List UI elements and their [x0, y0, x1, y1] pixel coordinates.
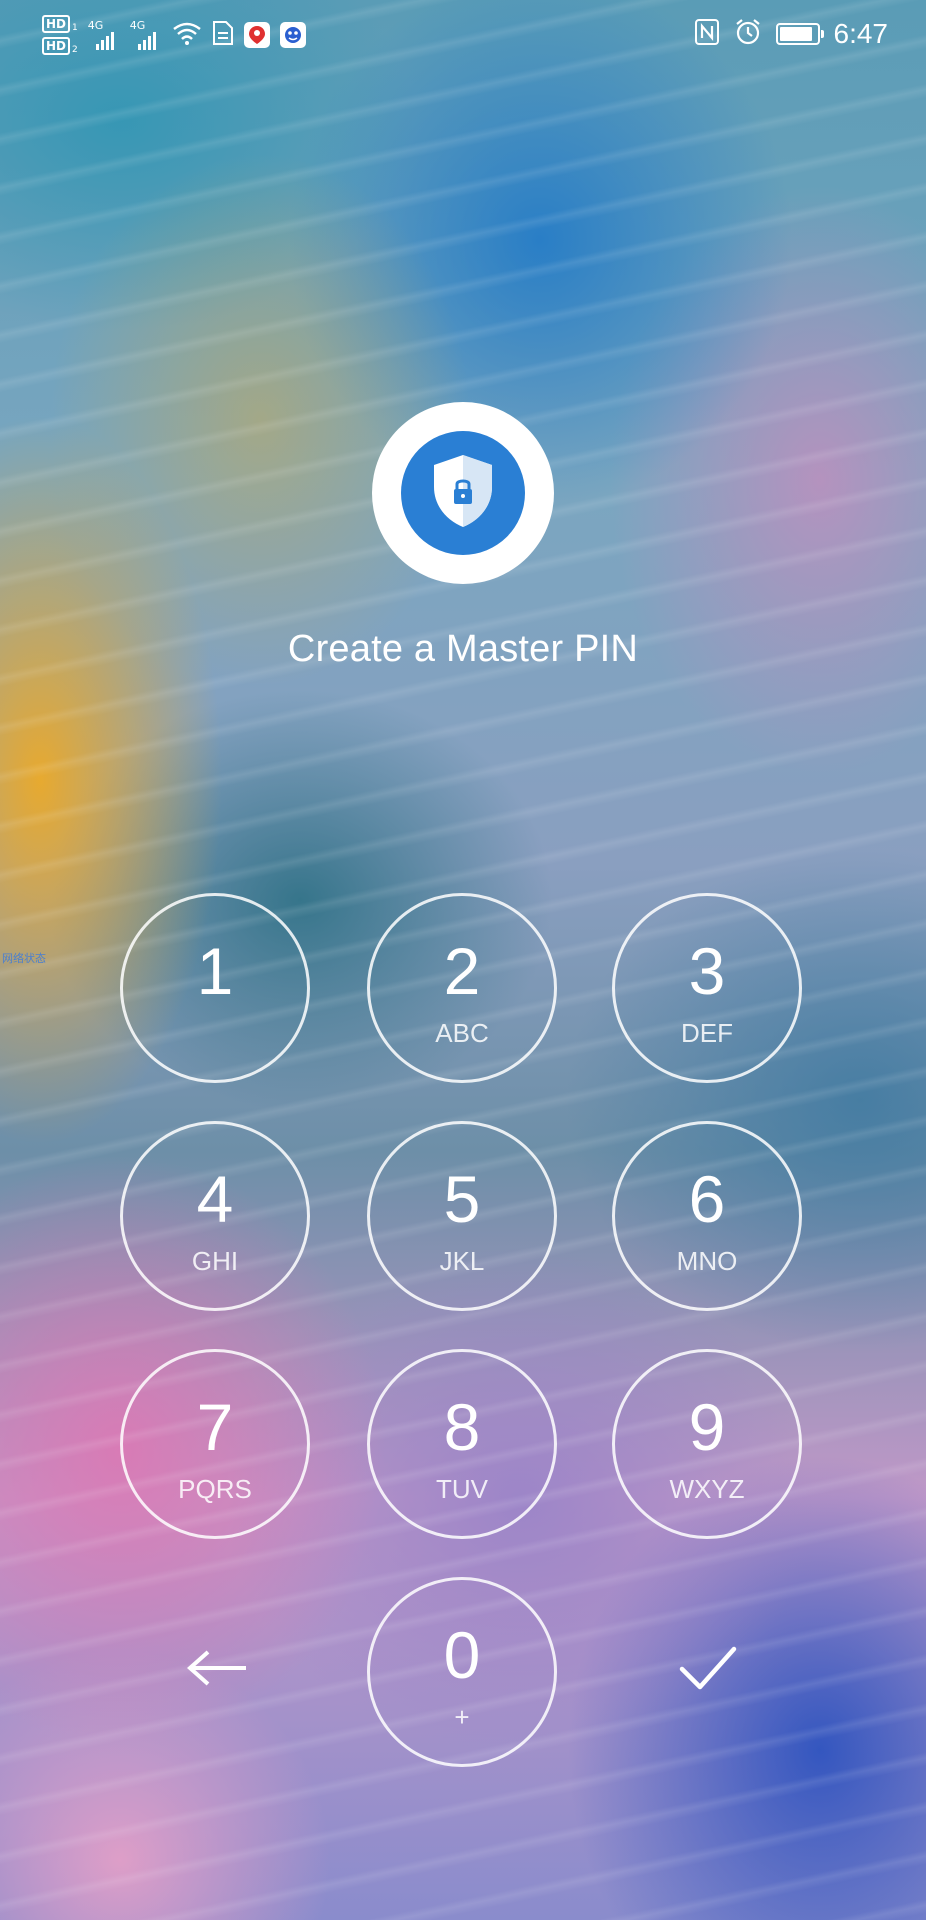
key-digit: 8	[443, 1390, 481, 1464]
baidu-app-notification-icon	[279, 22, 306, 48]
key-letters: PQRS	[178, 1474, 252, 1504]
key-digit: 1	[196, 934, 234, 1008]
status-bar-left: HD 1 HD 2 4G 4G	[42, 10, 306, 60]
keypad-key-0[interactable]: 0 +	[367, 1577, 557, 1767]
key-letters: WXYZ	[669, 1474, 745, 1504]
key-digit: 0	[443, 1618, 481, 1692]
sim1-index: 1	[72, 23, 78, 33]
keypad-key-6[interactable]: 6 MNO	[612, 1121, 802, 1311]
wifi-icon	[172, 21, 202, 49]
key-letters: DEF	[681, 1018, 733, 1048]
signal-strength-icon: 4G	[130, 20, 162, 50]
arrow-left-icon	[186, 1648, 250, 1692]
pin-setup-screen: HD 1 HD 2 4G 4G 6:47 网络状态 Create a Maste…	[0, 0, 926, 1920]
battery-icon	[775, 23, 824, 45]
key-digit: 5	[443, 1162, 481, 1236]
network-type-2: 4G	[129, 19, 146, 32]
key-digit: 6	[688, 1162, 726, 1236]
page-title: Create a Master PIN	[287, 628, 639, 670]
key-letters: +	[454, 1702, 470, 1732]
keypad-key-3[interactable]: 3 DEF	[612, 893, 802, 1083]
key-letters: MNO	[676, 1246, 738, 1276]
sim2-index: 2	[72, 45, 78, 55]
backspace-button[interactable]	[158, 1610, 278, 1730]
sim2-volte: HD 2	[42, 37, 78, 55]
hd-icon: HD	[42, 37, 71, 55]
sim1-volte: HD 1	[42, 15, 78, 33]
clock: 6:47	[833, 18, 889, 49]
confirm-button[interactable]	[648, 1610, 768, 1730]
key-digit: 7	[196, 1390, 234, 1464]
keypad-key-9[interactable]: 9 WXYZ	[612, 1349, 802, 1539]
side-label: 网络状态	[2, 952, 46, 965]
document-icon	[212, 20, 234, 50]
status-bar: HD 1 HD 2 4G 4G 6:47	[0, 0, 926, 66]
status-bar-right: 6:47	[694, 14, 889, 54]
logo-badge	[401, 431, 525, 555]
keypad-key-1[interactable]: 1	[120, 893, 310, 1083]
key-letters: JKL	[439, 1246, 485, 1276]
checkmark-icon	[678, 1645, 738, 1695]
key-letters: GHI	[191, 1246, 239, 1276]
network-type-1: 4G	[87, 19, 104, 32]
keypad-key-8[interactable]: 8 TUV	[367, 1349, 557, 1539]
shield-lock-icon	[428, 451, 498, 535]
app-logo	[372, 402, 554, 584]
key-digit: 3	[688, 934, 726, 1008]
hd-icon: HD	[42, 15, 71, 33]
alarm-icon	[734, 18, 762, 50]
key-letters: TUV	[436, 1474, 488, 1504]
map-app-notification-icon	[243, 22, 270, 48]
key-digit: 4	[196, 1162, 234, 1236]
keypad-key-5[interactable]: 5 JKL	[367, 1121, 557, 1311]
nfc-icon	[694, 18, 720, 50]
keypad-key-2[interactable]: 2 ABC	[367, 893, 557, 1083]
key-digit: 9	[688, 1390, 726, 1464]
signal-strength-icon: 4G	[88, 20, 120, 50]
volte-indicators: HD 1 HD 2	[42, 15, 78, 55]
key-letters: ABC	[435, 1018, 489, 1048]
keypad-key-7[interactable]: 7 PQRS	[120, 1349, 310, 1539]
keypad-key-4[interactable]: 4 GHI	[120, 1121, 310, 1311]
key-digit: 2	[443, 934, 481, 1008]
